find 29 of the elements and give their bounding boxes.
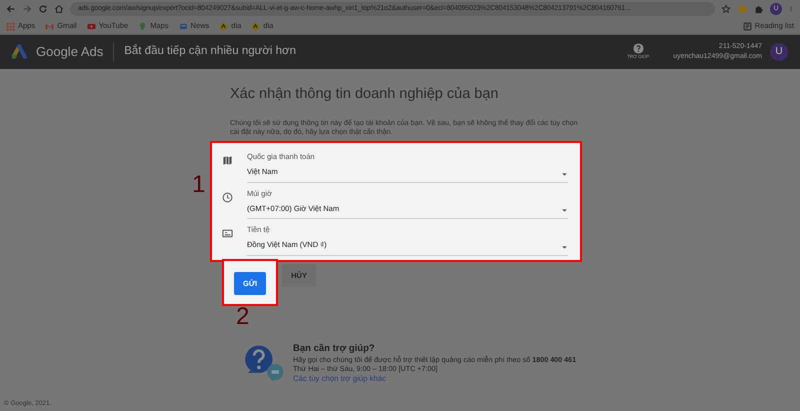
reading-list-icon <box>742 22 752 30</box>
annotation-number: 1 <box>192 173 206 198</box>
puzzle-icon[interactable] <box>754 4 764 14</box>
forward-icon[interactable] <box>22 4 32 14</box>
bookmark-icon <box>251 22 260 30</box>
news-icon <box>178 22 188 30</box>
page-title: Xác nhận thông tin doanh nghiệp của bạn <box>230 85 500 104</box>
map-pin-icon <box>138 22 148 30</box>
bookmark-icon <box>219 22 228 30</box>
header-tagline: Bắt đầu tiếp cận nhiều người hơn <box>124 43 296 60</box>
help-title: Bạn cần trợ giúp? <box>293 342 376 356</box>
mail-icon <box>45 22 54 30</box>
apps-icon <box>6 22 15 30</box>
account-avatar[interactable]: U <box>770 43 788 61</box>
back-icon[interactable] <box>6 4 16 14</box>
map-icon <box>222 155 233 166</box>
home-icon[interactable] <box>54 4 64 14</box>
help-icon <box>632 43 644 54</box>
reload-icon[interactable] <box>38 4 48 14</box>
annotation-number: 2 <box>236 304 250 329</box>
caret-icon <box>561 244 568 251</box>
product-name: Google Ads <box>36 43 104 62</box>
caret-icon <box>561 170 568 178</box>
video-icon <box>86 22 96 30</box>
currency-icon <box>222 228 233 240</box>
clock-icon <box>222 192 233 203</box>
star-icon[interactable] <box>721 4 731 14</box>
ads-logo-icon <box>12 44 28 60</box>
caret-icon <box>561 207 568 214</box>
